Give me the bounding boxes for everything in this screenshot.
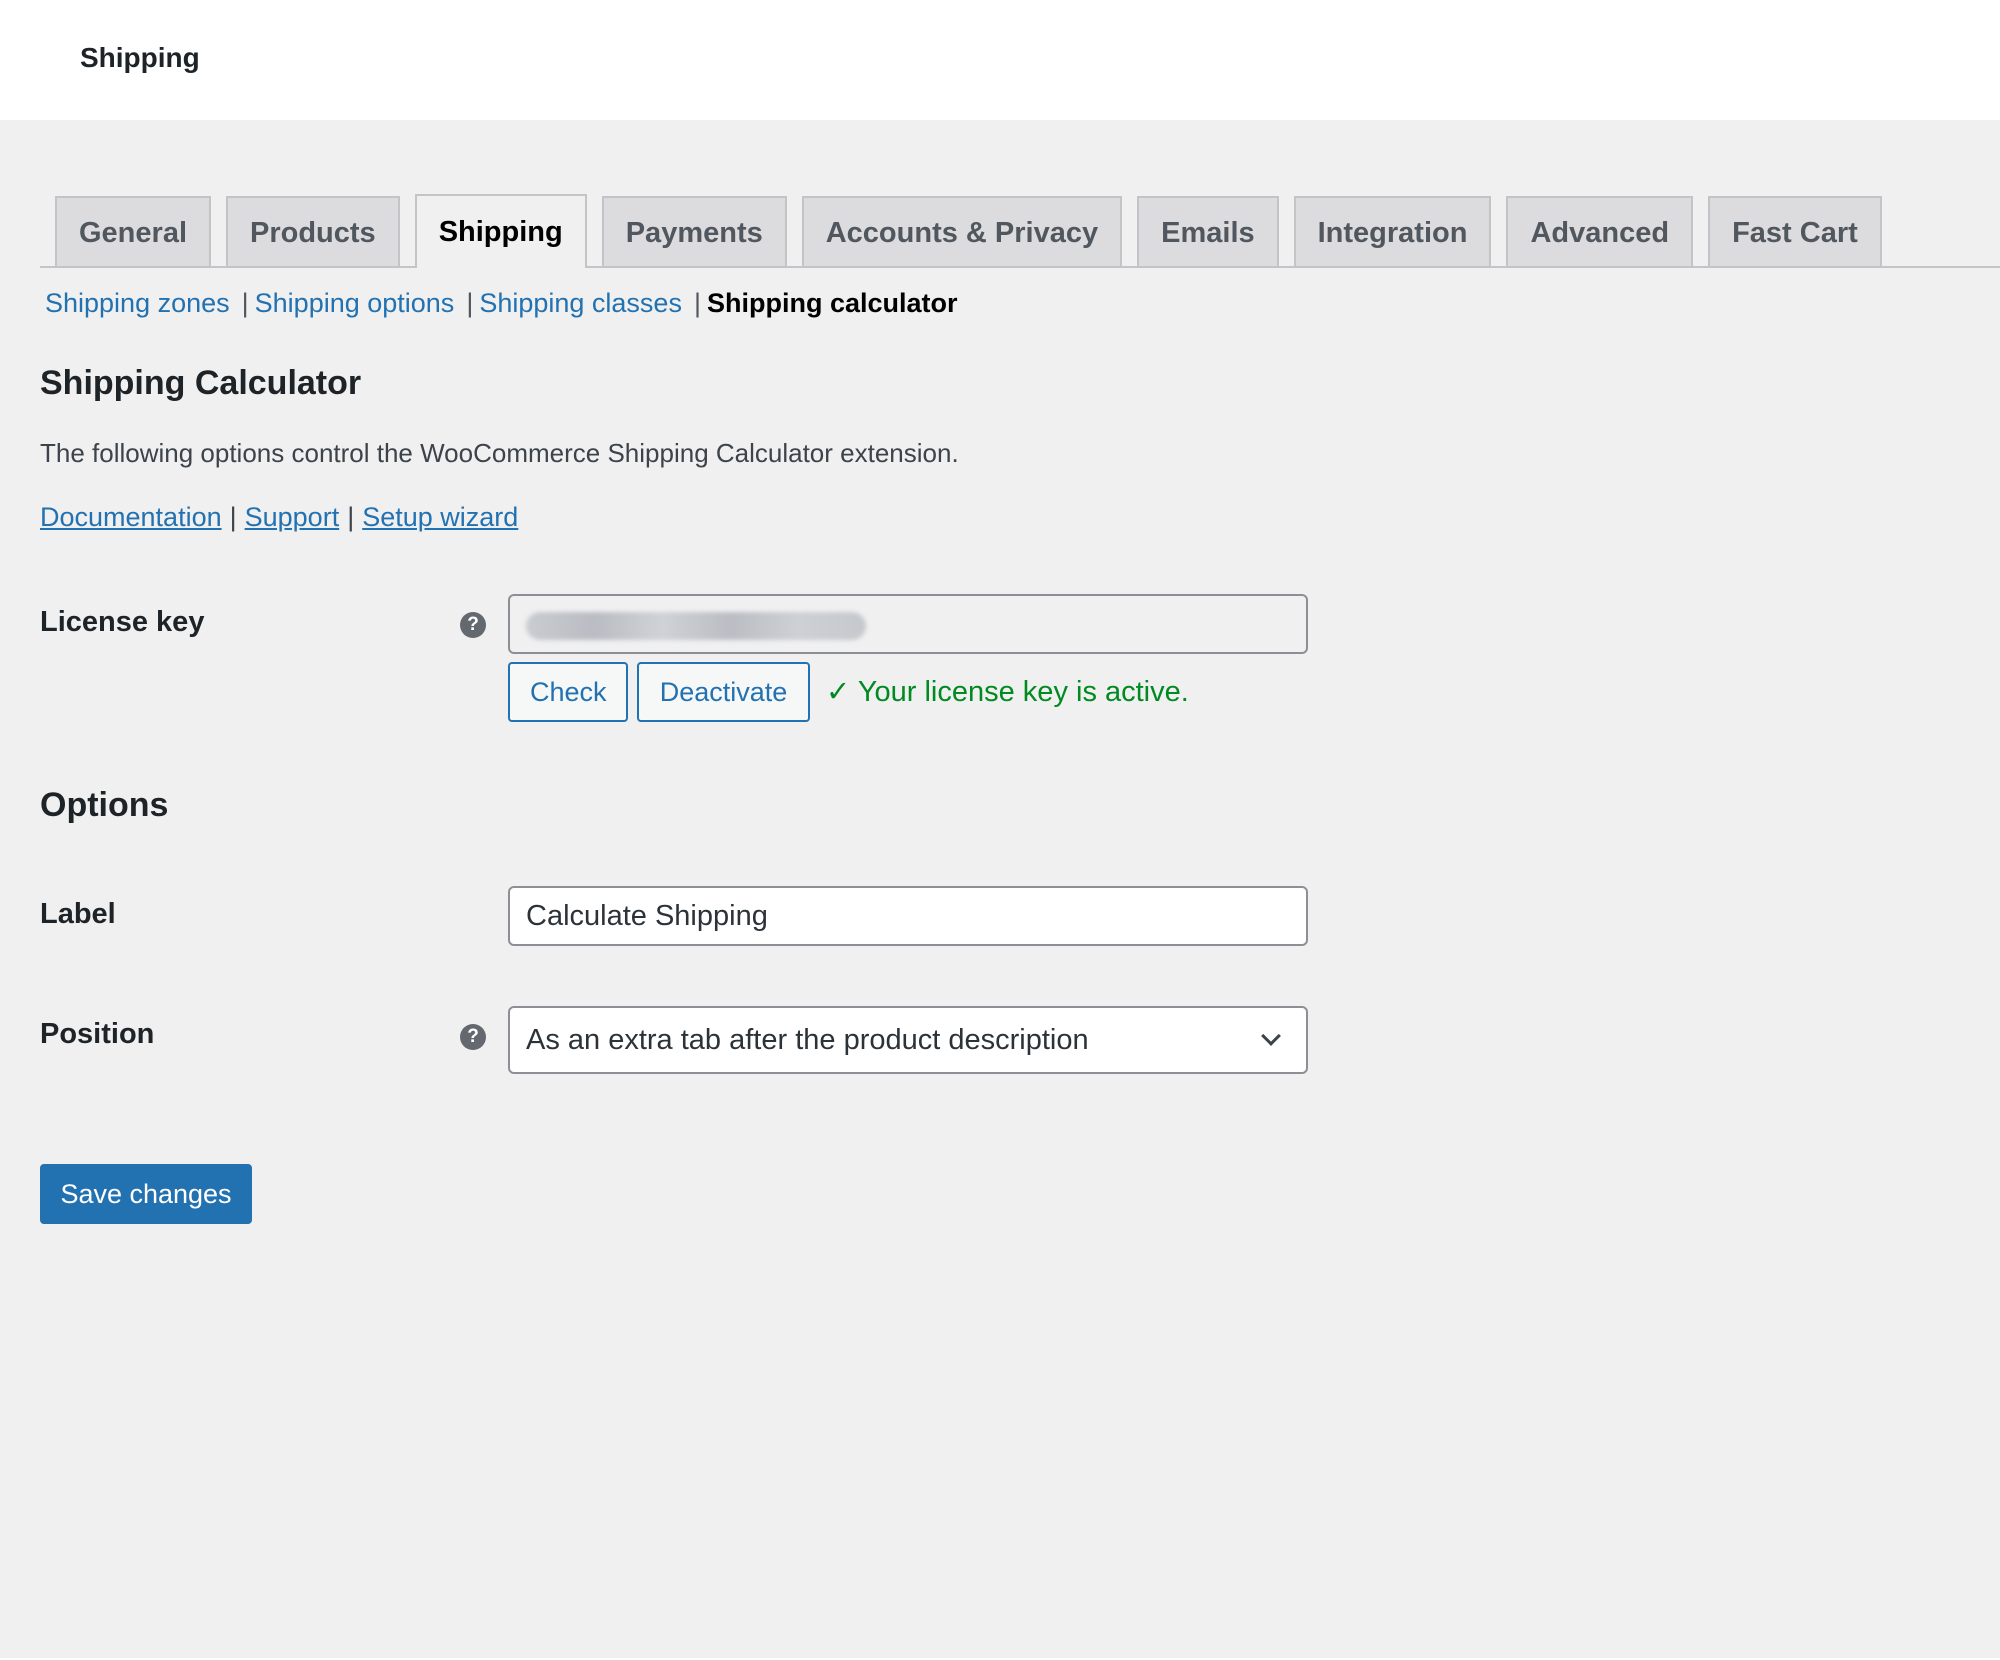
subnav-separator: |	[466, 288, 474, 318]
subnav-shipping-calculator: Shipping calculator	[706, 288, 958, 318]
tab-advanced[interactable]: Advanced	[1506, 196, 1694, 268]
tab-integration[interactable]: Integration	[1293, 196, 1492, 268]
subnav-separator: |	[693, 288, 701, 318]
subnav-shipping-zones[interactable]: Shipping zones	[45, 288, 230, 319]
shipping-subnav: Shipping zones | Shipping options | Ship…	[45, 288, 958, 319]
link-separator: |	[347, 502, 355, 532]
tab-fast-cart[interactable]: Fast Cart	[1708, 196, 1882, 268]
documentation-link[interactable]: Documentation	[40, 502, 222, 532]
options-title: Options	[40, 786, 169, 824]
deactivate-button[interactable]: Deactivate	[637, 662, 810, 722]
subnav-separator: |	[241, 288, 249, 318]
section-description: The following options control the WooCom…	[40, 438, 959, 468]
license-key-input[interactable]	[508, 594, 1308, 654]
settings-tabs: General Products Shipping Payments Accou…	[40, 194, 1882, 268]
tabs-divider	[40, 266, 2000, 268]
chevron-down-icon	[1261, 1026, 1281, 1046]
tab-emails[interactable]: Emails	[1137, 196, 1279, 268]
position-selected-value: As an extra tab after the product descri…	[526, 1024, 1089, 1056]
save-changes-button[interactable]: Save changes	[40, 1164, 252, 1224]
question-circle-icon[interactable]: ?	[460, 1024, 486, 1050]
tab-payments[interactable]: Payments	[601, 196, 787, 268]
link-separator: |	[229, 502, 237, 532]
license-key-label: License key	[40, 606, 205, 638]
label-field-label: Label	[40, 898, 116, 930]
top-header-bar: Shipping	[0, 0, 2000, 120]
obscured-license-value	[526, 612, 866, 640]
tab-general[interactable]: General	[55, 196, 211, 268]
help-links: Documentation | Support | Setup wizard	[40, 502, 518, 533]
support-link[interactable]: Support	[245, 502, 340, 532]
tab-shipping[interactable]: Shipping	[414, 194, 587, 268]
position-field-label: Position	[40, 1018, 155, 1050]
setup-wizard-link[interactable]: Setup wizard	[362, 502, 518, 532]
subnav-shipping-classes[interactable]: Shipping classes	[479, 288, 682, 319]
position-select[interactable]: As an extra tab after the product descri…	[508, 1006, 1308, 1074]
label-input[interactable]: Calculate Shipping	[508, 886, 1308, 946]
check-button[interactable]: Check	[508, 662, 628, 722]
page-title: Shipping	[80, 42, 200, 73]
tab-products[interactable]: Products	[226, 196, 400, 268]
tab-accounts-privacy[interactable]: Accounts & Privacy	[801, 196, 1123, 268]
section-title: Shipping Calculator	[40, 364, 362, 402]
license-status-text: ✓ Your license key is active.	[826, 676, 1189, 708]
question-circle-icon[interactable]: ?	[460, 612, 486, 638]
subnav-shipping-options[interactable]: Shipping options	[255, 288, 455, 319]
